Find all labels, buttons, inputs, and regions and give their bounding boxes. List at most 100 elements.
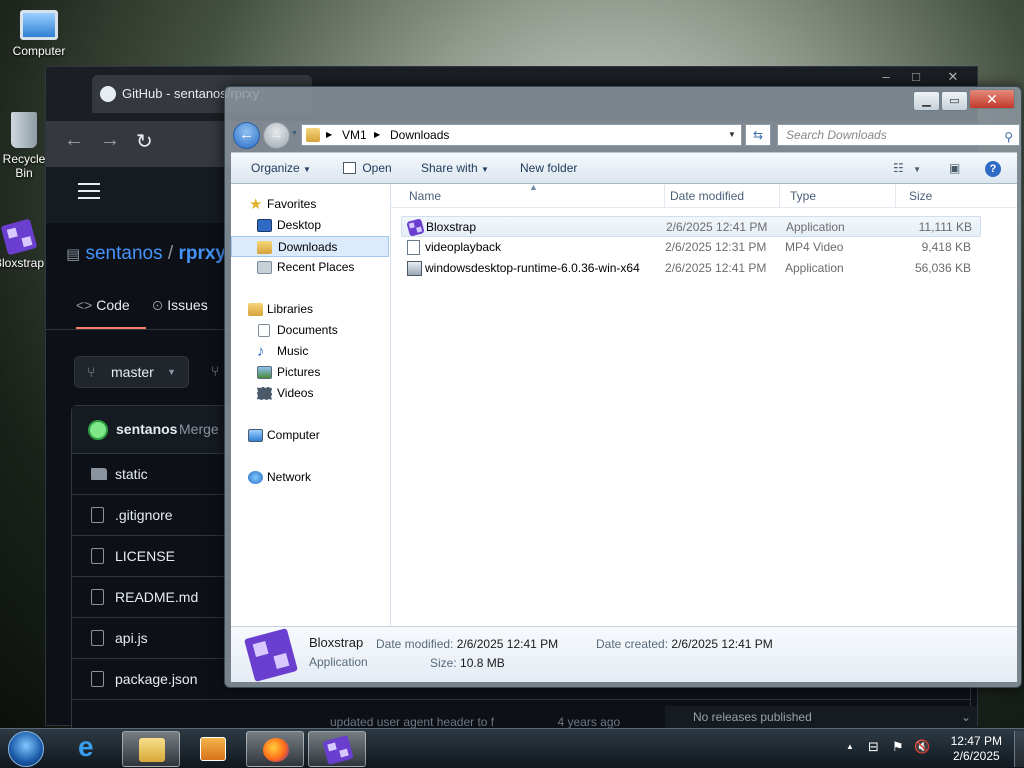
desktop-icon-label: Computer	[12, 44, 66, 58]
nav-music[interactable]: ♪ Music	[231, 341, 389, 362]
file-name[interactable]: api.js	[115, 630, 148, 646]
nav-videos[interactable]: Videos	[231, 383, 389, 404]
breadcrumb-vm1[interactable]: VM1	[342, 125, 367, 145]
desktop-icon-bloxstrap[interactable]: Bloxstrap	[0, 218, 44, 270]
repo-icon: ▤	[66, 246, 81, 263]
share-with-button[interactable]: Share with ▼	[421, 153, 489, 185]
back-arrow-icon[interactable]: ←	[64, 129, 84, 152]
refresh-icon[interactable]: ⇆	[745, 124, 771, 146]
desktop-icon-computer[interactable]: Computer	[4, 10, 74, 58]
new-folder-button[interactable]: New folder	[520, 153, 577, 184]
branch-select-button[interactable]: ⑂ master ▼	[74, 356, 189, 388]
nav-label: Pictures	[277, 365, 321, 379]
taskbar-file-explorer[interactable]	[122, 731, 180, 767]
repo-owner-link[interactable]: sentanos	[85, 243, 162, 264]
file-name[interactable]: videoplayback	[425, 237, 501, 258]
taskbar-media-player[interactable]	[184, 731, 242, 767]
file-name[interactable]: static	[115, 466, 148, 482]
forward-arrow-icon[interactable]: →	[100, 129, 120, 152]
open-button[interactable]: Open	[343, 153, 392, 184]
column-header-type[interactable]: Type	[780, 184, 896, 208]
recent-places-icon	[257, 261, 272, 274]
avatar[interactable]	[88, 420, 108, 440]
show-hidden-icons-icon[interactable]: ▲	[846, 742, 854, 751]
file-name[interactable]: LICENSE	[115, 548, 175, 564]
downloads-folder-icon	[257, 241, 272, 254]
table-row[interactable]: videoplayback 2/6/2025 12:31 PM MP4 Vide…	[401, 237, 981, 258]
file-name[interactable]: package.json	[115, 671, 198, 687]
tab-code[interactable]: <> Code	[76, 297, 130, 313]
clock[interactable]: 12:47 PM 2/6/2025	[951, 734, 1002, 764]
chevron-right-icon[interactable]: ▶	[326, 125, 332, 145]
caret-down-icon: ▼	[913, 165, 922, 174]
recent-pages-icon[interactable]: ▼	[291, 130, 298, 137]
details-view-icon: ☷	[893, 161, 904, 175]
file-list-pane: Name ▲ Date modified Type Size Bloxstrap…	[391, 182, 1017, 626]
back-arrow-icon[interactable]: ←	[233, 122, 260, 149]
chevron-down-icon[interactable]: ▼	[728, 125, 736, 145]
view-options-button[interactable]: ☷ ▼	[893, 153, 921, 185]
file-type: Application	[786, 220, 845, 234]
nav-desktop[interactable]: Desktop	[231, 215, 389, 236]
reload-icon[interactable]: ↻	[136, 129, 153, 154]
nav-recent-places[interactable]: Recent Places	[231, 257, 389, 278]
system-tray: ▲ ⊟ ⚑ 🔇 12:47 PM 2/6/2025	[840, 729, 1024, 768]
button-label: Open	[362, 161, 392, 175]
column-label: Name	[409, 189, 442, 203]
nav-documents[interactable]: Documents	[231, 320, 389, 341]
file-name[interactable]: Bloxstrap	[426, 217, 476, 238]
taskbar-bloxstrap[interactable]	[308, 731, 366, 767]
file-name[interactable]: README.md	[115, 589, 198, 605]
folder-icon	[91, 468, 107, 480]
search-input[interactable]: Search Downloads ⚲	[777, 124, 1020, 146]
breadcrumb-downloads[interactable]: Downloads	[390, 125, 449, 145]
nav-pictures[interactable]: Pictures	[231, 362, 389, 383]
tab-issues[interactable]: ⊙ Issues	[152, 297, 208, 313]
media-player-icon	[200, 737, 226, 761]
minimize-icon[interactable]: ▁	[913, 91, 940, 111]
commit-message[interactable]: Merge	[179, 421, 219, 437]
nav-downloads[interactable]: Downloads	[231, 236, 389, 257]
chevron-right-icon[interactable]: ▶	[374, 125, 380, 145]
nav-network[interactable]: Network	[231, 467, 389, 488]
branch-icon[interactable]: ⑂	[211, 363, 219, 379]
nav-favorites[interactable]: ★ Favorites	[231, 194, 389, 215]
maximize-icon[interactable]: □	[902, 69, 930, 84]
nav-computer[interactable]: Computer	[231, 425, 389, 446]
table-row[interactable]: windowsdesktop-runtime-6.0.36-win-x64 2/…	[401, 258, 981, 279]
repo-separator: /	[167, 243, 174, 264]
show-desktop-button[interactable]	[1014, 731, 1024, 767]
nav-libraries[interactable]: Libraries	[231, 299, 389, 320]
network-icon[interactable]: ⊟	[868, 739, 879, 755]
address-input[interactable]: ▶ VM1 ▶ Downloads ▼	[301, 124, 742, 146]
column-header-size[interactable]: Size	[899, 184, 981, 208]
start-button[interactable]	[8, 731, 44, 767]
preview-pane-icon[interactable]: ▣	[949, 153, 960, 184]
taskbar-firefox[interactable]	[246, 731, 304, 767]
repo-name-link[interactable]: rprxy	[178, 243, 226, 264]
close-icon[interactable]: ✕	[969, 89, 1015, 109]
file-name[interactable]: .gitignore	[115, 507, 173, 523]
hamburger-menu-icon[interactable]	[78, 183, 100, 204]
close-icon[interactable]: ✕	[939, 69, 967, 85]
volume-muted-icon[interactable]: 🔇	[914, 739, 930, 755]
action-center-flag-icon[interactable]: ⚑	[892, 739, 904, 755]
column-header-date[interactable]: Date modified	[660, 184, 780, 208]
details-file-name: Bloxstrap	[309, 635, 364, 650]
table-row[interactable]: Bloxstrap 2/6/2025 12:41 PM Application …	[401, 216, 981, 237]
nav-label: Computer	[267, 428, 320, 442]
minimize-icon[interactable]: –	[872, 69, 900, 84]
tab-label: Code	[96, 297, 130, 313]
organize-button[interactable]: Organize ▼	[251, 153, 311, 185]
forward-arrow-icon[interactable]: →	[263, 122, 290, 149]
search-icon[interactable]: ⚲	[1004, 127, 1013, 147]
file-name[interactable]: windowsdesktop-runtime-6.0.36-win-x64	[425, 258, 640, 279]
explorer-window[interactable]: ▁ ▭ ✕ ← → ▼ ▶ VM1 ▶ Downloads ▼ ⇆ Search D…	[224, 86, 1022, 688]
commit-author[interactable]: sentanos	[116, 421, 177, 437]
maximize-icon[interactable]: ▭	[941, 91, 968, 111]
sort-indicator-icon: ▲	[529, 182, 538, 192]
button-label: Share with	[421, 161, 478, 175]
taskbar-internet-explorer[interactable]: e	[62, 731, 120, 767]
chevron-down-icon[interactable]: ⌄	[961, 706, 971, 728]
help-icon[interactable]: ?	[985, 153, 1001, 184]
